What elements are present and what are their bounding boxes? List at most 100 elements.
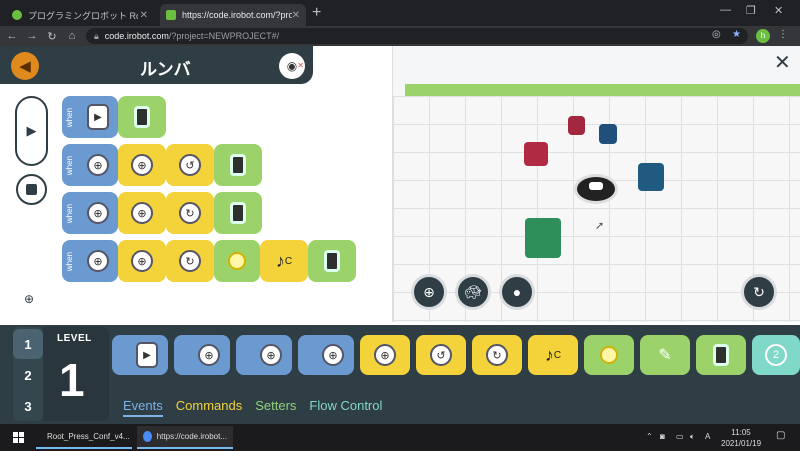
palette-pen-block[interactable]: ✎ <box>640 335 690 375</box>
chevron-up-icon[interactable]: ⌃ <box>646 432 653 441</box>
level-tab-3[interactable]: 3 <box>13 391 43 421</box>
reset-scene-button[interactable]: ↻ <box>741 274 777 310</box>
zoom-in-icon[interactable]: ⊕ <box>24 292 34 306</box>
address-bar[interactable]: 🔒︎ code.irobot.com /?project=NEWPROJECT#… <box>86 28 748 44</box>
level-label: LEVEL <box>57 333 92 344</box>
move-block[interactable]: ⊕ <box>118 240 166 282</box>
maximize-button[interactable]: ❐ <box>746 4 756 17</box>
url-domain: code.irobot.com <box>104 31 169 41</box>
system-clock[interactable]: 11:05 2021/01/19 <box>721 427 761 449</box>
back-arrow-icon[interactable]: ← <box>4 30 20 42</box>
move-block[interactable]: ⊕ <box>118 192 166 234</box>
play-note-block[interactable]: ♪ C <box>260 240 308 282</box>
music-note-icon: ♪ <box>544 344 554 365</box>
touch-sensor-icon: ⊕ <box>322 344 344 366</box>
palette-when-bumper-block[interactable]: ⊕ <box>174 335 230 375</box>
new-tab-button[interactable]: + <box>312 5 321 21</box>
project-title[interactable]: ルンバ <box>140 55 191 80</box>
disconnected-badge: ✕ <box>297 61 304 70</box>
palette-repeat-block[interactable]: 2 <box>752 335 800 375</box>
wheel-block[interactable] <box>214 192 262 234</box>
wheel-block[interactable] <box>308 240 356 282</box>
move-block[interactable]: ⊕ <box>118 144 166 186</box>
level-tab-1[interactable]: 1 <box>13 329 43 359</box>
browser-tab-active[interactable]: https://code.irobot.com/?project= ✕ <box>160 4 306 26</box>
palette-play-note-block[interactable]: ♪ C <box>528 335 578 375</box>
level-tabs: 1 2 3 <box>13 327 43 421</box>
slow-speed-button[interactable]: 🐢︎ <box>455 274 491 310</box>
project-header: ◀ ルンバ ◉ ✕ <box>0 46 313 84</box>
stop-button[interactable] <box>16 174 47 205</box>
back-button[interactable]: ◀ <box>11 52 39 80</box>
bumper-icon: ⊕ <box>87 202 109 224</box>
simulator-toggle-button[interactable]: ◉ ✕ <box>279 53 305 79</box>
rotate-left-block[interactable]: ↺ <box>166 144 214 186</box>
home-icon[interactable]: ⌂ <box>64 30 80 42</box>
category-commands[interactable]: Commands <box>176 398 242 417</box>
bumper-icon: ⊕ <box>87 250 109 272</box>
wheel-icon <box>134 106 150 128</box>
windows-start-icon[interactable] <box>13 432 24 443</box>
rotate-right-block[interactable]: ↻ <box>166 240 214 282</box>
when-bumper-event-block[interactable]: when ⊕ <box>62 144 118 186</box>
robot-view-button[interactable]: ● <box>499 274 535 310</box>
palette-rotate-right-block[interactable]: ↻ <box>472 335 522 375</box>
palette-rotate-left-block[interactable]: ↺ <box>416 335 466 375</box>
root-coding-app: ◀ ルンバ ◉ ✕ ▶ ⊕ when ▶ when ⊕ ⊕ ↺ when ⊕ ⊕… <box>0 46 800 424</box>
forward-arrow-icon[interactable]: → <box>24 30 40 42</box>
rotate-right-block[interactable]: ↻ <box>166 192 214 234</box>
cast-icon[interactable]: ◎ <box>712 29 721 40</box>
network-icon[interactable]: ◙ <box>660 432 665 441</box>
menu-kebab-icon[interactable]: ⋮ <box>778 29 788 40</box>
wheel-block[interactable] <box>118 96 166 138</box>
tab-close-icon[interactable]: ✕ <box>140 10 148 21</box>
level-tab-2[interactable]: 2 <box>13 360 43 390</box>
taskbar-item-powerpoint[interactable]: Root_Press_Conf_v4... <box>36 426 132 449</box>
taskbar-item-chrome[interactable]: https://code.irobot... <box>137 426 233 449</box>
zoom-in-icon: ⊕ <box>423 283 435 300</box>
battery-icon[interactable]: ▭ <box>676 432 684 441</box>
simulator-scene[interactable]: ➚ ⊕ 🐢︎ ● ↻ <box>392 46 800 322</box>
category-tabs: Events Commands Setters Flow Control <box>123 398 395 417</box>
palette-move-block[interactable]: ⊕ <box>360 335 410 375</box>
rotate-left-icon: ↺ <box>430 344 452 366</box>
category-events[interactable]: Events <box>123 398 163 417</box>
zoom-in-button[interactable]: ⊕ <box>411 274 447 310</box>
tab-close-icon[interactable]: ✕ <box>292 10 300 21</box>
bookmark-star-icon[interactable]: ★ <box>732 29 741 40</box>
when-bumper-event-block[interactable]: when ⊕ <box>62 240 118 282</box>
blue-cube <box>638 163 664 191</box>
clock-date: 2021/01/19 <box>721 439 762 448</box>
notifications-icon[interactable]: ▢ <box>776 430 785 441</box>
music-note-icon: ♪ <box>275 250 285 271</box>
when-label: when <box>65 107 75 127</box>
close-window-button[interactable]: ✕ <box>774 4 783 17</box>
when-play-event-block[interactable]: when ▶ <box>62 96 118 138</box>
category-flow-control[interactable]: Flow Control <box>309 398 382 417</box>
play-button[interactable]: ▶ <box>15 96 48 166</box>
palette-when-play-block[interactable]: ▶ <box>112 335 168 375</box>
when-bumper-event-block[interactable]: when ⊕ <box>62 192 118 234</box>
light-block[interactable] <box>214 240 260 282</box>
reload-icon[interactable]: ↻ <box>44 30 60 43</box>
close-simulator-button[interactable]: ✕ <box>774 50 791 75</box>
palette-light-block[interactable] <box>584 335 634 375</box>
profile-avatar[interactable]: h <box>756 29 770 43</box>
root-robot[interactable] <box>574 174 618 204</box>
rotate-right-icon: ↻ <box>179 202 201 224</box>
palette-when-touch-block[interactable]: ⊕ <box>298 335 354 375</box>
light-bulb-icon <box>600 346 618 364</box>
taskbar-item-label: https://code.irobot... <box>156 432 227 441</box>
volume-icon[interactable]: 🔈︎ <box>690 432 695 442</box>
palette-when-color-block[interactable]: ⊕ <box>236 335 292 375</box>
site-favicon-icon <box>12 10 22 20</box>
palette-wheel-block[interactable] <box>696 335 746 375</box>
wheel-block[interactable] <box>214 144 262 186</box>
repeat-count: 2 <box>772 349 780 361</box>
minimize-button[interactable]: — <box>720 4 731 16</box>
play-icon: ▶ <box>87 104 109 130</box>
ime-icon[interactable]: A <box>705 432 710 441</box>
browser-tab[interactable]: プログラミングロボット Root | iRobot ✕ <box>6 4 154 26</box>
category-setters[interactable]: Setters <box>255 398 296 417</box>
note-label: C <box>553 349 562 361</box>
